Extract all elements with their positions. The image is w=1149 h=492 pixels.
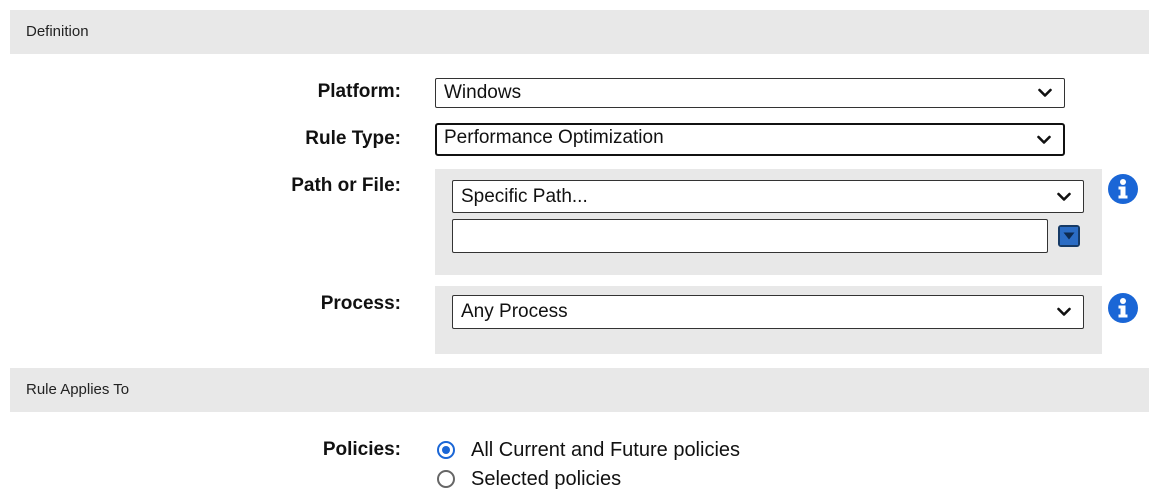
chevron-down-icon: [1057, 307, 1071, 317]
radio-button-unchecked[interactable]: [437, 470, 455, 488]
radio-all-current-and-future-policies[interactable]: All Current and Future policies: [437, 438, 740, 462]
radio-label: All Current and Future policies: [471, 438, 741, 461]
section-header-definition: Definition: [10, 10, 1149, 54]
browse-dropdown-button[interactable]: [1058, 225, 1080, 247]
radio-label: Selected policies: [471, 467, 622, 490]
info-icon[interactable]: [1108, 174, 1138, 204]
rule-type-select[interactable]: Performance Optimization: [435, 123, 1065, 156]
process-select[interactable]: Any Process: [452, 295, 1084, 329]
chevron-down-icon: [1038, 88, 1052, 98]
radio-button-checked[interactable]: [437, 441, 455, 459]
process-label: Process:: [320, 293, 401, 314]
policies-label: Policies:: [322, 439, 401, 460]
path-or-file-label: Path or File:: [291, 175, 401, 196]
chevron-down-icon: [1057, 192, 1071, 202]
platform-select[interactable]: Windows: [435, 78, 1065, 108]
path-or-file-select-value: Specific Path...: [461, 186, 588, 207]
dropdown-browse-icon: [1060, 227, 1078, 245]
platform-select-value: Windows: [444, 82, 522, 103]
radio-selected-policies[interactable]: Selected policies: [437, 467, 621, 491]
path-input[interactable]: [452, 219, 1048, 253]
chevron-down-icon: [1037, 135, 1051, 145]
process-select-value: Any Process: [461, 301, 568, 322]
platform-label: Platform:: [317, 81, 401, 102]
section-header-rule-applies-to: Rule Applies To: [10, 368, 1149, 412]
info-icon[interactable]: [1108, 293, 1138, 323]
rule-type-select-value: Performance Optimization: [444, 127, 664, 148]
path-or-file-select[interactable]: Specific Path...: [452, 180, 1084, 213]
rule-type-label: Rule Type:: [305, 128, 401, 149]
